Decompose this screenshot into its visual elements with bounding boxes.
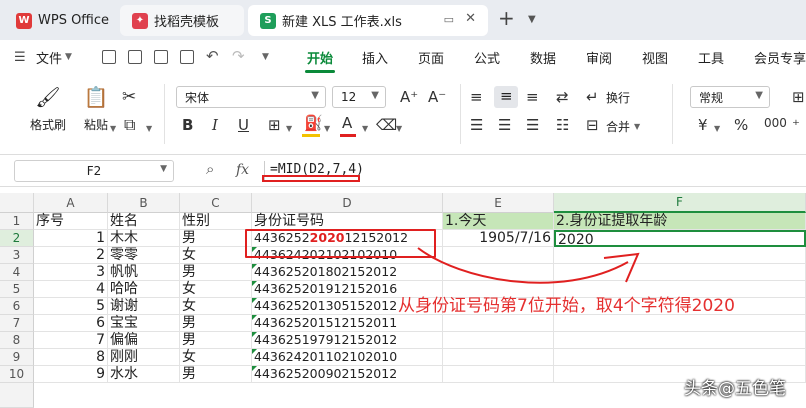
annotation-text: 从身份证号码第7位开始，取4个字符得2020 [398, 296, 735, 316]
arrow-curve [417, 247, 629, 284]
arrow-head [603, 252, 640, 283]
watermark-text: 头条@五色笔 [684, 379, 786, 399]
annotation-arrow [417, 247, 640, 284]
